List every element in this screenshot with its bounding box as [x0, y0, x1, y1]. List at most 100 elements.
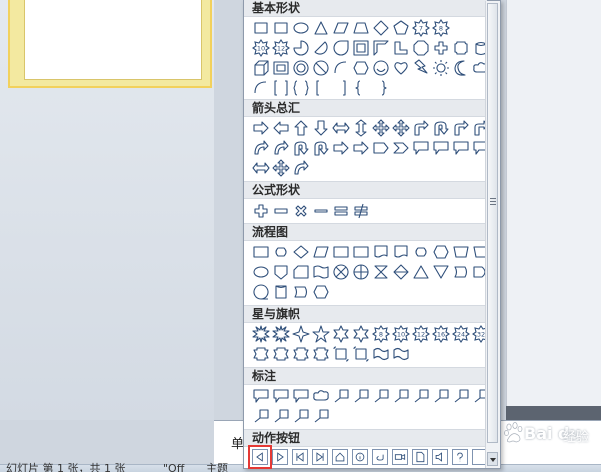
trapezoid-shape[interactable]: [352, 19, 370, 37]
eight-badge-shape[interactable]: 8: [432, 19, 450, 37]
hexagon-shape[interactable]: [352, 59, 370, 77]
half-frame-shape[interactable]: [372, 39, 390, 57]
right-bracket-shape[interactable]: [332, 79, 350, 97]
flow-display-shape[interactable]: [312, 283, 330, 301]
star-24-shape[interactable]: 24: [452, 325, 470, 343]
curved-left-arrow-shape[interactable]: [272, 139, 290, 157]
flow-magnetic-disk-shape[interactable]: [272, 283, 290, 301]
star-8-shape[interactable]: 8: [372, 325, 390, 343]
star-5-shape[interactable]: [312, 325, 330, 343]
up-arrow-shape[interactable]: [292, 119, 310, 137]
action-back-button[interactable]: [248, 445, 272, 469]
line-callout-9-shape[interactable]: [252, 407, 270, 425]
bent-arrow-shape[interactable]: [412, 119, 430, 137]
action-home-button[interactable]: [332, 449, 348, 465]
plaque-shape[interactable]: [452, 39, 470, 57]
flow-data-shape[interactable]: [312, 243, 330, 261]
action-return-button[interactable]: [372, 449, 388, 465]
arc-shape[interactable]: [252, 79, 270, 97]
action-sound-button[interactable]: [432, 449, 448, 465]
right-arrow-shape[interactable]: [252, 119, 270, 137]
star-4-shape[interactable]: [292, 325, 310, 343]
action-forward-button[interactable]: [272, 449, 288, 465]
quad-arrow-shape[interactable]: [372, 119, 390, 137]
curved-down-arrow-shape[interactable]: [312, 139, 330, 157]
line-callout-3-shape[interactable]: [372, 387, 390, 405]
star-7-shape[interactable]: [352, 325, 370, 343]
shapes-dropdown-menu[interactable]: 基本形状 箭头总汇 公式形状 流程图 星与旗帜 标注 动作按钮 78 10 12 …: [243, 0, 501, 469]
action-end-button[interactable]: [312, 449, 328, 465]
pie-shape[interactable]: [292, 39, 310, 57]
down-ribbon-shape[interactable]: [272, 345, 290, 363]
quad-arrow-callout-shape[interactable]: [272, 159, 290, 177]
double-brace-shape[interactable]: [292, 79, 310, 97]
flow-decision-shape[interactable]: [292, 243, 310, 261]
line-callout-10-shape[interactable]: [272, 407, 290, 425]
teardrop-shape[interactable]: [332, 39, 350, 57]
right-arrow-callout-shape[interactable]: [412, 139, 430, 157]
octagon-shape[interactable]: [412, 39, 430, 57]
oval-shape[interactable]: [292, 19, 310, 37]
not-equal-shape[interactable]: [352, 202, 370, 220]
flow-process-shape[interactable]: [252, 243, 270, 261]
line-callout-11-shape[interactable]: [292, 407, 310, 425]
line-callout-1-shape[interactable]: [332, 387, 350, 405]
line-callout-2-shape[interactable]: [352, 387, 370, 405]
down-arrow-callout-shape[interactable]: [432, 139, 450, 157]
left-right-arrow-shape[interactable]: [332, 119, 350, 137]
flow-terminator-shape[interactable]: [412, 243, 430, 261]
flow-alt-process-shape[interactable]: [272, 243, 290, 261]
double-wave-shape[interactable]: [392, 345, 410, 363]
seven-badge-shape[interactable]: 7: [412, 19, 430, 37]
flow-internal-storage-shape[interactable]: [352, 243, 370, 261]
curved-up-arrow-shape[interactable]: [292, 139, 310, 157]
action-help-button[interactable]: [452, 449, 468, 465]
lightning-shape[interactable]: [412, 59, 430, 77]
flow-predefined-shape[interactable]: [332, 243, 350, 261]
frame-shape[interactable]: [352, 39, 370, 57]
minus-shape[interactable]: [272, 202, 290, 220]
right-brace-shape[interactable]: [372, 79, 390, 97]
cloud-callout-shape[interactable]: [312, 387, 330, 405]
cross-shape[interactable]: [432, 39, 450, 57]
donut-shape[interactable]: [292, 59, 310, 77]
moon-shape[interactable]: [452, 59, 470, 77]
left-up-arrow-shape[interactable]: [452, 119, 470, 137]
star-16-shape[interactable]: 16: [432, 325, 450, 343]
bevel-shape[interactable]: [272, 59, 290, 77]
ten-badge-shape[interactable]: 10: [252, 39, 270, 57]
action-document-button[interactable]: [412, 449, 428, 465]
pentagon-basic-shape[interactable]: [392, 19, 410, 37]
line-callout-12-shape[interactable]: [312, 407, 330, 425]
line-callout-6-shape[interactable]: [432, 387, 450, 405]
oval-callout-shape[interactable]: [292, 387, 310, 405]
line-callout-4-shape[interactable]: [392, 387, 410, 405]
rect-callout-shape[interactable]: [252, 387, 270, 405]
horizontal-scroll-shape[interactable]: [352, 345, 370, 363]
circular-arrow-shape[interactable]: [292, 159, 310, 177]
left-right-arrow-callout-shape[interactable]: [252, 159, 270, 177]
action-information-button[interactable]: [352, 449, 368, 465]
heart-shape[interactable]: [392, 59, 410, 77]
rectangle-shape[interactable]: [272, 19, 290, 37]
shapes-menu-scrollbar[interactable]: [485, 1, 500, 468]
division-shape[interactable]: [312, 202, 330, 220]
chord-shape[interactable]: [312, 39, 330, 57]
flow-document-shape[interactable]: [372, 243, 390, 261]
cube-shape[interactable]: [252, 59, 270, 77]
explosion-1-shape[interactable]: [252, 325, 270, 343]
flow-stored-data-shape[interactable]: [452, 263, 470, 281]
pentagon-arrow-shape[interactable]: [372, 139, 390, 157]
flow-sort-shape[interactable]: [392, 263, 410, 281]
flow-punched-tape-shape[interactable]: [312, 263, 330, 281]
flow-connector-shape[interactable]: [252, 263, 270, 281]
rounded-callout-shape[interactable]: [272, 387, 290, 405]
flow-summing-junction-shape[interactable]: [332, 263, 350, 281]
action-beginning-button[interactable]: [292, 449, 308, 465]
left-right-up-arrow-shape[interactable]: [392, 119, 410, 137]
slide-thumbnail[interactable]: [8, 0, 212, 88]
sun-shape[interactable]: [432, 59, 450, 77]
curved-down-ribbon-shape[interactable]: [312, 345, 330, 363]
flow-collate-shape[interactable]: [372, 263, 390, 281]
flow-sequential-storage-shape[interactable]: [252, 283, 270, 301]
